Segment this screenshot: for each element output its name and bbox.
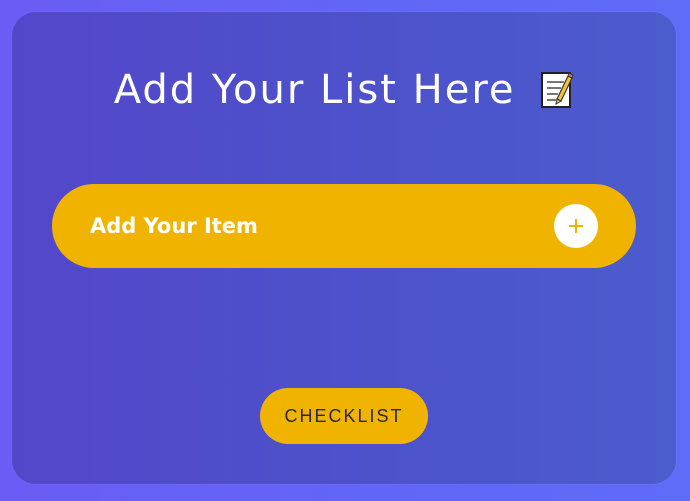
add-item-button[interactable] xyxy=(554,204,598,248)
memo-icon xyxy=(541,72,574,108)
item-input[interactable] xyxy=(90,184,530,268)
page-title-text: Add Your List Here xyxy=(113,67,516,113)
todo-card: Add Your List Here CHECKLIST xyxy=(12,12,676,484)
plus-icon xyxy=(569,219,583,233)
page-title: Add Your List Here xyxy=(12,66,676,114)
checklist-button[interactable]: CHECKLIST xyxy=(260,388,428,444)
add-item-bar xyxy=(52,184,636,268)
